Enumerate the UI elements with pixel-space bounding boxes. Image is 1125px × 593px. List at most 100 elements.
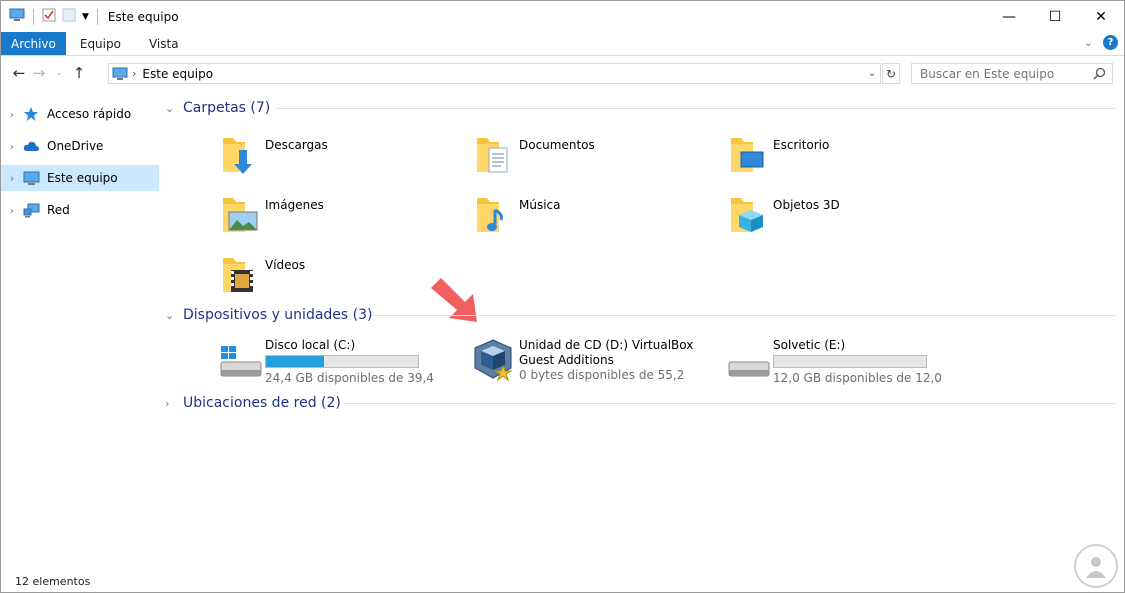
close-button[interactable]: ✕ — [1078, 1, 1124, 32]
content-pane: ⌄ Carpetas (7) Descargas Documentos Escr… — [161, 96, 1121, 566]
collapse-chevron-icon[interactable]: ⌄ — [165, 102, 183, 115]
group-divider — [371, 315, 1117, 316]
folder-name: Imágenes — [265, 198, 324, 212]
forward-button[interactable]: → — [29, 64, 49, 82]
folder-descargas[interactable]: Descargas — [219, 132, 459, 188]
address-bar[interactable]: › Este equipo ⌄ — [108, 63, 881, 84]
drive-usage-bar — [773, 355, 927, 368]
folder-name: Música — [519, 198, 561, 212]
computer-icon — [23, 170, 41, 186]
drive-name: Solvetic (E:) — [773, 338, 846, 352]
drive-name-line1: Unidad de CD (D:) VirtualBox — [519, 338, 694, 352]
documents-folder-icon — [473, 132, 517, 180]
folder-name: Descargas — [265, 138, 328, 152]
group-header-dispositivos[interactable]: ⌄ Dispositivos y unidades (3) — [165, 307, 1117, 323]
tab-vista[interactable]: Vista — [135, 32, 193, 55]
group-divider — [275, 108, 1117, 109]
navigation-bar: ← → ⌄ ↑ › Este equipo ⌄ ↻ — [1, 57, 1124, 89]
sidebar-item-acceso-rapido[interactable]: › Acceso rápido — [1, 101, 159, 127]
star-icon — [23, 106, 41, 122]
sidebar-item-label: Este equipo — [47, 171, 118, 185]
3d-objects-folder-icon — [727, 192, 771, 240]
explorer-window: ▼ Este equipo — ☐ ✕ Archivo Equipo Vista… — [0, 0, 1125, 593]
breadcrumb[interactable]: Este equipo — [142, 67, 213, 81]
sidebar-item-este-equipo[interactable]: › Este equipo — [1, 165, 159, 191]
sidebar-item-label: Acceso rápido — [47, 107, 132, 121]
drive-c[interactable]: Disco local (C:) 24,4 GB disponibles de … — [219, 338, 459, 394]
title-divider — [96, 8, 98, 25]
downloads-folder-icon — [219, 132, 263, 180]
address-dropdown-icon[interactable]: ⌄ — [864, 64, 880, 83]
desktop-folder-icon — [727, 132, 771, 180]
search-input[interactable] — [920, 66, 1080, 81]
help-button[interactable]: ? — [1103, 35, 1118, 50]
maximize-button[interactable]: ☐ — [1032, 1, 1078, 32]
expand-chevron-icon[interactable]: › — [1, 172, 23, 185]
minimize-button[interactable]: — — [986, 1, 1032, 32]
drive-free-space: 12,0 GB disponibles de 12,0 — [773, 371, 942, 385]
drive-name: Unidad de CD (D:) VirtualBox Guest Additi… — [519, 338, 693, 368]
sidebar-item-onedrive[interactable]: › OneDrive — [1, 133, 159, 159]
virtualbox-cd-icon — [473, 338, 517, 386]
drive-name-line2: Guest Additions — [519, 353, 614, 367]
group-title: Dispositivos y unidades (3) — [183, 307, 373, 323]
sidebar-item-label: Red — [47, 203, 70, 217]
folder-name: Documentos — [519, 138, 595, 152]
tab-equipo[interactable]: Equipo — [66, 32, 135, 55]
search-icon[interactable] — [1093, 67, 1106, 83]
folder-name: Vídeos — [265, 258, 306, 272]
videos-folder-icon — [219, 252, 263, 300]
refresh-button[interactable]: ↻ — [882, 63, 900, 84]
group-title: Ubicaciones de red (2) — [183, 395, 341, 411]
group-header-ubicaciones-de-red[interactable]: › Ubicaciones de red (2) — [165, 395, 1117, 411]
ribbon-right-controls: ⌄ ? — [1084, 35, 1118, 50]
pictures-folder-icon — [219, 192, 263, 240]
new-folder-icon[interactable] — [62, 8, 76, 25]
drive-usage-bar — [265, 355, 419, 368]
expand-chevron-icon[interactable]: › — [1, 140, 23, 153]
drive-free-space: 0 bytes disponibles de 55,2 — [519, 368, 685, 382]
expand-ribbon-icon[interactable]: ⌄ — [1084, 36, 1093, 49]
back-button[interactable]: ← — [9, 64, 29, 82]
group-divider — [343, 403, 1117, 404]
drive-usage-fill — [266, 356, 324, 367]
folder-imagenes[interactable]: Imágenes — [219, 192, 459, 248]
expand-chevron-icon[interactable]: › — [165, 397, 183, 410]
toolbar-divider — [33, 8, 34, 25]
collapse-chevron-icon[interactable]: ⌄ — [165, 309, 183, 322]
watermark-logo — [1074, 544, 1118, 588]
properties-icon[interactable] — [42, 8, 56, 25]
customize-toolbar-icon[interactable]: ▼ — [82, 12, 89, 22]
window-controls: — ☐ ✕ — [986, 1, 1124, 32]
folder-escritorio[interactable]: Escritorio — [727, 132, 967, 188]
search-box[interactable] — [911, 63, 1113, 84]
up-button[interactable]: ↑ — [69, 64, 89, 82]
recent-locations-button[interactable]: ⌄ — [49, 68, 69, 78]
group-header-carpetas[interactable]: ⌄ Carpetas (7) — [165, 100, 1117, 116]
folder-name: Escritorio — [773, 138, 830, 152]
breadcrumb-chevron-icon[interactable]: › — [132, 67, 136, 80]
quick-access-toolbar: ▼ — [1, 8, 100, 25]
folder-name: Objetos 3D — [773, 198, 840, 212]
expand-chevron-icon[interactable]: › — [1, 108, 23, 121]
usb-drive-icon — [727, 338, 771, 386]
drive-d-virtualbox[interactable]: Unidad de CD (D:) VirtualBox Guest Additi… — [473, 338, 713, 394]
drive-name: Disco local (C:) — [265, 338, 356, 352]
cloud-icon — [23, 138, 41, 154]
folder-documentos[interactable]: Documentos — [473, 132, 713, 188]
tab-archivo[interactable]: Archivo — [1, 32, 66, 55]
folder-musica[interactable]: Música — [473, 192, 713, 248]
folder-objetos-3d[interactable]: Objetos 3D — [727, 192, 967, 248]
computer-icon — [9, 8, 25, 25]
music-folder-icon — [473, 192, 517, 240]
drive-e-solvetic[interactable]: Solvetic (E:) 12,0 GB disponibles de 12,… — [727, 338, 967, 394]
navigation-pane: › Acceso rápido › OneDrive › Este equipo… — [1, 101, 159, 229]
expand-chevron-icon[interactable]: › — [1, 204, 23, 217]
folder-videos[interactable]: Vídeos — [219, 252, 459, 308]
windows-drive-icon — [219, 338, 263, 386]
sidebar-item-red[interactable]: › Red — [1, 197, 159, 223]
status-bar-count: 12 elementos — [15, 575, 91, 588]
computer-icon — [112, 67, 128, 81]
ribbon-tabs: Archivo Equipo Vista ⌄ ? — [1, 32, 1124, 56]
title-bar: ▼ Este equipo — ☐ ✕ — [1, 1, 1124, 32]
